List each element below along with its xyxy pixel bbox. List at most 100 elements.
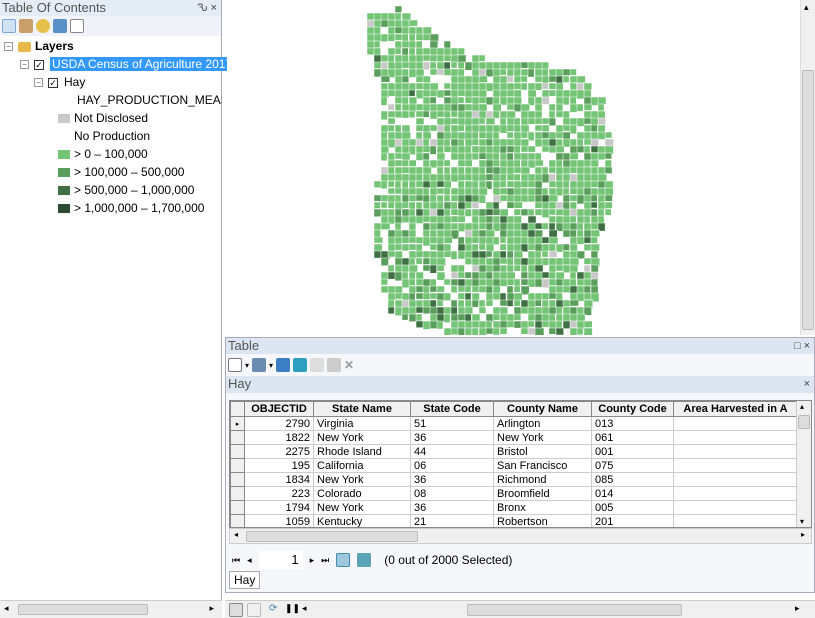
county-polygon[interactable] [415, 40, 423, 49]
county-polygon[interactable] [422, 89, 431, 97]
county-polygon[interactable] [534, 201, 543, 209]
county-polygon[interactable] [443, 138, 451, 147]
county-polygon[interactable] [380, 75, 391, 83]
county-polygon[interactable] [590, 124, 598, 132]
table-cell[interactable]: Robertson [493, 514, 592, 527]
county-polygon[interactable] [527, 117, 537, 125]
county-polygon[interactable] [387, 306, 395, 315]
county-polygon[interactable] [408, 26, 417, 35]
county-polygon[interactable] [429, 285, 437, 293]
county-polygon[interactable] [590, 194, 598, 202]
county-polygon[interactable] [527, 194, 536, 203]
county-polygon[interactable] [499, 180, 507, 188]
county-polygon[interactable] [401, 68, 409, 78]
county-polygon[interactable] [527, 145, 536, 153]
county-polygon[interactable] [366, 33, 375, 42]
county-polygon[interactable] [450, 110, 458, 118]
county-polygon[interactable] [527, 313, 536, 322]
county-polygon[interactable] [443, 278, 451, 286]
county-polygon[interactable] [590, 138, 599, 148]
county-polygon[interactable] [569, 215, 577, 224]
county-polygon[interactable] [520, 159, 529, 168]
county-polygon[interactable] [457, 236, 465, 245]
county-polygon[interactable] [534, 327, 545, 337]
county-polygon[interactable] [548, 166, 557, 174]
data-view-icon[interactable] [229, 603, 243, 617]
table-cell[interactable]: 1834 [244, 472, 314, 487]
county-polygon[interactable] [513, 264, 521, 272]
table-cell[interactable]: 195 [244, 458, 314, 473]
county-polygon[interactable] [401, 26, 410, 35]
delete-selected-icon[interactable]: ✕ [344, 358, 354, 372]
county-polygon[interactable] [373, 208, 383, 217]
table-cell[interactable]: Virginia [313, 416, 411, 431]
county-polygon[interactable] [408, 40, 416, 49]
county-polygon[interactable] [380, 180, 388, 190]
collapse-icon[interactable]: − [34, 78, 43, 88]
county-polygon[interactable] [401, 54, 409, 63]
county-polygon[interactable] [541, 306, 550, 315]
county-polygon[interactable] [478, 299, 486, 308]
county-polygon[interactable] [429, 54, 438, 62]
county-polygon[interactable] [471, 215, 479, 224]
county-polygon[interactable] [464, 257, 473, 265]
county-polygon[interactable] [520, 208, 529, 216]
county-polygon[interactable] [555, 257, 564, 266]
row-selector[interactable] [230, 472, 245, 487]
county-polygon[interactable] [492, 103, 502, 112]
table-cell[interactable]: 1822 [244, 430, 314, 445]
county-polygon[interactable] [576, 229, 584, 238]
table-horizontal-scrollbar[interactable]: ◂ ▸ [229, 528, 812, 544]
county-polygon[interactable] [401, 278, 410, 289]
county-polygon[interactable] [401, 313, 409, 321]
county-polygon[interactable] [436, 299, 444, 307]
table-cell[interactable] [673, 458, 798, 473]
column-header[interactable]: Area Harvested in A [673, 401, 798, 417]
county-polygon[interactable] [380, 110, 388, 121]
county-polygon[interactable] [478, 306, 487, 314]
county-polygon[interactable] [464, 208, 472, 217]
table-cell[interactable]: New York [313, 500, 411, 515]
county-polygon[interactable] [464, 145, 472, 154]
county-polygon[interactable] [380, 215, 389, 224]
county-polygon[interactable] [583, 292, 592, 300]
table-vertical-scrollbar[interactable]: ▴ ▾ [796, 401, 811, 527]
county-polygon[interactable] [429, 243, 438, 251]
county-polygon[interactable] [492, 264, 501, 272]
county-polygon[interactable] [471, 299, 479, 308]
county-polygon[interactable] [464, 236, 473, 245]
table-cell[interactable]: New York [313, 430, 411, 445]
county-polygon[interactable] [541, 257, 550, 266]
county-polygon[interactable] [499, 68, 507, 76]
county-polygon[interactable] [534, 110, 543, 119]
first-record-icon[interactable]: ⏮ [232, 555, 240, 566]
county-polygon[interactable] [387, 138, 396, 148]
county-polygon[interactable] [471, 236, 480, 244]
table-cell[interactable]: 2790 [244, 416, 314, 431]
county-polygon[interactable] [464, 327, 473, 338]
county-polygon[interactable] [457, 124, 465, 132]
county-polygon[interactable] [506, 89, 516, 97]
county-polygon[interactable] [506, 257, 514, 266]
county-polygon[interactable] [597, 103, 605, 112]
county-polygon[interactable] [464, 243, 473, 252]
row-selector[interactable] [230, 486, 245, 501]
county-polygon[interactable] [422, 61, 430, 71]
county-polygon[interactable] [576, 166, 586, 176]
county-polygon[interactable] [534, 180, 543, 189]
table-cell[interactable] [673, 472, 798, 487]
county-polygon[interactable] [450, 250, 458, 260]
county-polygon[interactable] [569, 194, 578, 202]
table-row[interactable]: 1822 New York 36 New York 061 [230, 430, 798, 445]
county-polygon[interactable] [506, 131, 514, 139]
county-polygon[interactable] [485, 138, 493, 147]
county-polygon[interactable] [499, 187, 508, 195]
county-polygon[interactable] [401, 33, 409, 42]
county-polygon[interactable] [562, 75, 570, 83]
county-polygon[interactable] [604, 131, 613, 139]
county-polygon[interactable] [401, 75, 410, 83]
county-polygon[interactable] [604, 194, 613, 202]
county-polygon[interactable] [520, 278, 529, 286]
county-polygon[interactable] [394, 208, 402, 217]
county-polygon[interactable] [422, 250, 432, 259]
